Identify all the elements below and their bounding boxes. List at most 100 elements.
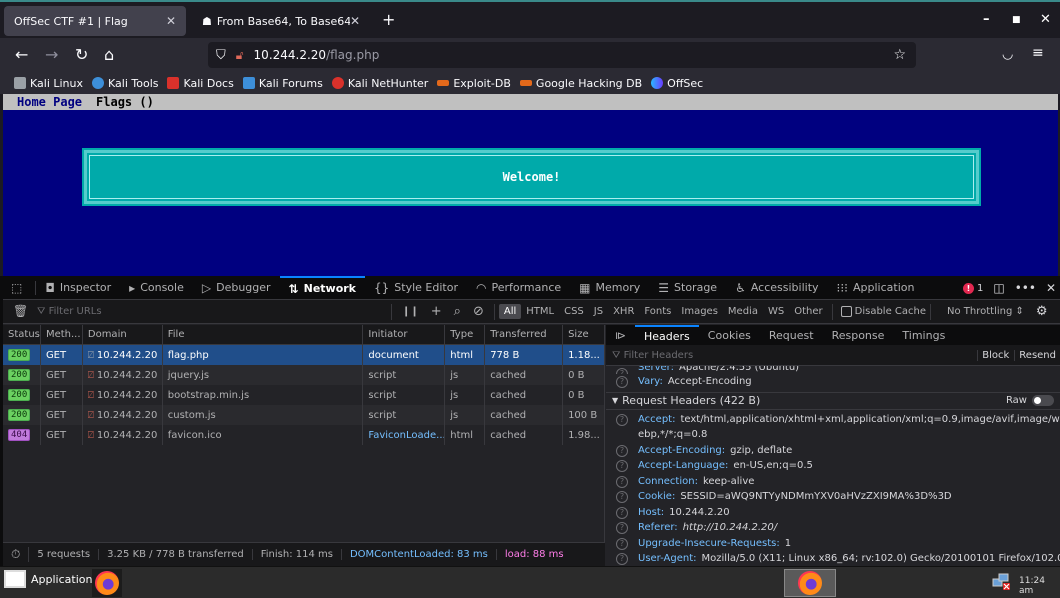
performance-analysis-icon[interactable]: ⏱ <box>3 547 30 562</box>
close-tab-icon[interactable]: ✕ <box>350 14 360 28</box>
filter-css[interactable]: CSS <box>559 304 589 319</box>
tab-accessibility[interactable]: ♿ Accessibility <box>726 276 827 300</box>
initiator-link[interactable]: FaviconLoade... <box>363 425 446 445</box>
pause-icon[interactable]: ❙❙ <box>402 306 419 317</box>
tab-application[interactable]: ⁝⁝⁝ Application <box>828 276 924 300</box>
help-icon[interactable]: ? <box>616 460 628 472</box>
request-headers-section[interactable]: ▼ Request Headers (422 B) Raw <box>606 391 1060 410</box>
help-icon[interactable]: ? <box>616 537 628 550</box>
close-window-button[interactable]: ✕ <box>1040 12 1051 27</box>
disable-cache-checkbox[interactable]: Disable Cache <box>840 306 926 317</box>
col-status[interactable]: Status <box>3 325 41 344</box>
table-row[interactable]: 200 GET ⍁ 10.244.2.20 jquery.js script js… <box>3 365 604 385</box>
help-icon[interactable]: ? <box>616 491 628 503</box>
bookmark-kali-forums[interactable]: Kali Forums <box>242 77 323 90</box>
new-tab-button[interactable]: + <box>382 10 395 29</box>
tab-console[interactable]: ▸ Console <box>120 276 193 300</box>
error-count[interactable]: ! 1 <box>962 282 983 294</box>
filter-urls-input[interactable]: ⛛ Filter URLs <box>37 306 387 317</box>
shield-icon[interactable]: ⛉ <box>216 48 226 63</box>
col-transferred[interactable]: Transferred <box>485 325 564 344</box>
help-icon[interactable]: ? <box>616 522 628 534</box>
tab-request[interactable]: Request <box>760 329 823 342</box>
dock-icon[interactable]: ◫ <box>993 281 1004 295</box>
bookmark-google-hacking-db[interactable]: Google Hacking DB <box>519 77 642 90</box>
filter-fonts[interactable]: Fonts <box>639 304 676 319</box>
col-method[interactable]: Meth... <box>41 325 83 344</box>
url-bar[interactable]: ⛉ 🔓︎ 10.244.2.20 /flag.php ☆ <box>208 42 916 68</box>
throttling-select[interactable]: No Throttling ⇕ <box>947 306 1024 317</box>
bookmark-star-icon[interactable]: ☆ <box>893 47 906 63</box>
bookmark-kali-tools[interactable]: Kali Tools <box>92 77 158 90</box>
tab-performance[interactable]: ◠ Performance <box>467 276 570 300</box>
firefox-launcher[interactable] <box>92 569 122 597</box>
help-icon[interactable]: ? <box>616 475 628 488</box>
back-button[interactable]: ← <box>15 45 28 64</box>
element-picker-icon[interactable]: ⬚ <box>3 280 37 295</box>
tab-style-editor[interactable]: {} Style Editor <box>365 276 467 300</box>
tab-timings[interactable]: Timings <box>893 329 954 342</box>
forward-button[interactable]: → <box>45 45 58 64</box>
menu-icon[interactable]: ≡ <box>1032 45 1044 61</box>
help-icon[interactable]: ? <box>616 506 628 519</box>
block-icon[interactable]: ⊘ <box>473 304 484 319</box>
search-icon[interactable]: ⌕ <box>454 304 461 319</box>
col-initiator[interactable]: Initiator <box>363 325 446 344</box>
insecure-lock-icon[interactable]: 🔓︎ <box>236 48 244 63</box>
tab-storage[interactable]: ☰ Storage <box>649 276 726 300</box>
help-icon[interactable]: ? <box>616 444 628 457</box>
tab-network[interactable]: ⇅ Network <box>279 275 365 300</box>
toggle-sidebar-icon[interactable]: ⧐ <box>606 329 635 342</box>
tab-response[interactable]: Response <box>823 329 894 342</box>
resend-button[interactable]: Resend <box>1014 349 1056 361</box>
tab-cookies[interactable]: Cookies <box>699 329 760 342</box>
filter-images[interactable]: Images <box>676 304 723 319</box>
bookmark-kali-linux[interactable]: Kali Linux <box>14 77 83 90</box>
help-icon[interactable]: ? <box>616 413 628 426</box>
close-tab-icon[interactable]: ✕ <box>166 14 176 28</box>
filter-ws[interactable]: WS <box>763 304 789 319</box>
bookmark-offsec[interactable]: OffSec <box>651 77 703 90</box>
trash-icon[interactable]: 🗑︎ <box>13 304 28 318</box>
minimize-button[interactable]: – <box>983 12 990 27</box>
close-devtools-icon[interactable]: ✕ <box>1046 281 1056 295</box>
tab-debugger[interactable]: ▷ Debugger <box>193 276 280 300</box>
help-icon[interactable]: ? <box>616 368 628 374</box>
tab-offsec-ctf[interactable]: OffSec CTF #1 | Flag ✕ <box>4 6 186 36</box>
table-row[interactable]: 404 GET ⍁ 10.244.2.20 favicon.ico Favicon… <box>3 425 604 445</box>
more-options-icon[interactable]: ••• <box>1015 281 1036 295</box>
home-button[interactable]: ⌂ <box>104 45 114 64</box>
tab-headers[interactable]: Headers <box>635 325 699 345</box>
tab-base64[interactable]: ☗ From Base64, To Base64 - Cy ✕ <box>192 6 370 36</box>
home-page-link[interactable]: Home Page <box>17 95 82 109</box>
gear-icon[interactable]: ⚙ <box>1036 304 1048 319</box>
filter-all[interactable]: All <box>498 304 522 319</box>
help-icon[interactable]: ? <box>616 376 628 388</box>
filter-media[interactable]: Media <box>723 304 763 319</box>
bookmark-exploit-db[interactable]: Exploit-DB <box>437 77 511 90</box>
network-disconnected-icon[interactable] <box>992 573 1012 591</box>
tab-memory[interactable]: ▦ Memory <box>570 276 649 300</box>
table-row[interactable]: 200 GET ⍁ 10.244.2.20 flag.php document h… <box>3 345 604 365</box>
add-icon[interactable]: + <box>431 304 442 319</box>
filter-html[interactable]: HTML <box>521 304 559 319</box>
raw-toggle[interactable] <box>1032 395 1054 406</box>
reload-button[interactable]: ↻ <box>75 45 88 64</box>
bookmark-kali-nethunter[interactable]: Kali NetHunter <box>331 77 428 90</box>
maximize-button[interactable]: ■ <box>1012 15 1021 25</box>
col-type[interactable]: Type <box>445 325 486 344</box>
bookmark-kali-docs[interactable]: Kali Docs <box>167 77 234 90</box>
filter-other[interactable]: Other <box>789 304 827 319</box>
filter-headers-input[interactable]: ⛛ Filter Headers Block Resend <box>606 345 1060 366</box>
table-row[interactable]: 200 GET ⍁ 10.244.2.20 bootstrap.min.js sc… <box>3 385 604 405</box>
col-size[interactable]: Size <box>563 325 604 344</box>
block-button[interactable]: Block <box>977 349 1009 361</box>
firefox-window-button[interactable] <box>784 569 836 597</box>
col-file[interactable]: File <box>163 325 364 344</box>
flags-link[interactable]: Flags () <box>96 95 154 109</box>
tab-inspector[interactable]: ◘ Inspector <box>36 276 120 300</box>
filter-js[interactable]: JS <box>589 304 608 319</box>
pocket-icon[interactable]: ◡ <box>1002 47 1013 62</box>
col-domain[interactable]: Domain <box>83 325 163 344</box>
help-icon[interactable]: ? <box>616 553 628 565</box>
